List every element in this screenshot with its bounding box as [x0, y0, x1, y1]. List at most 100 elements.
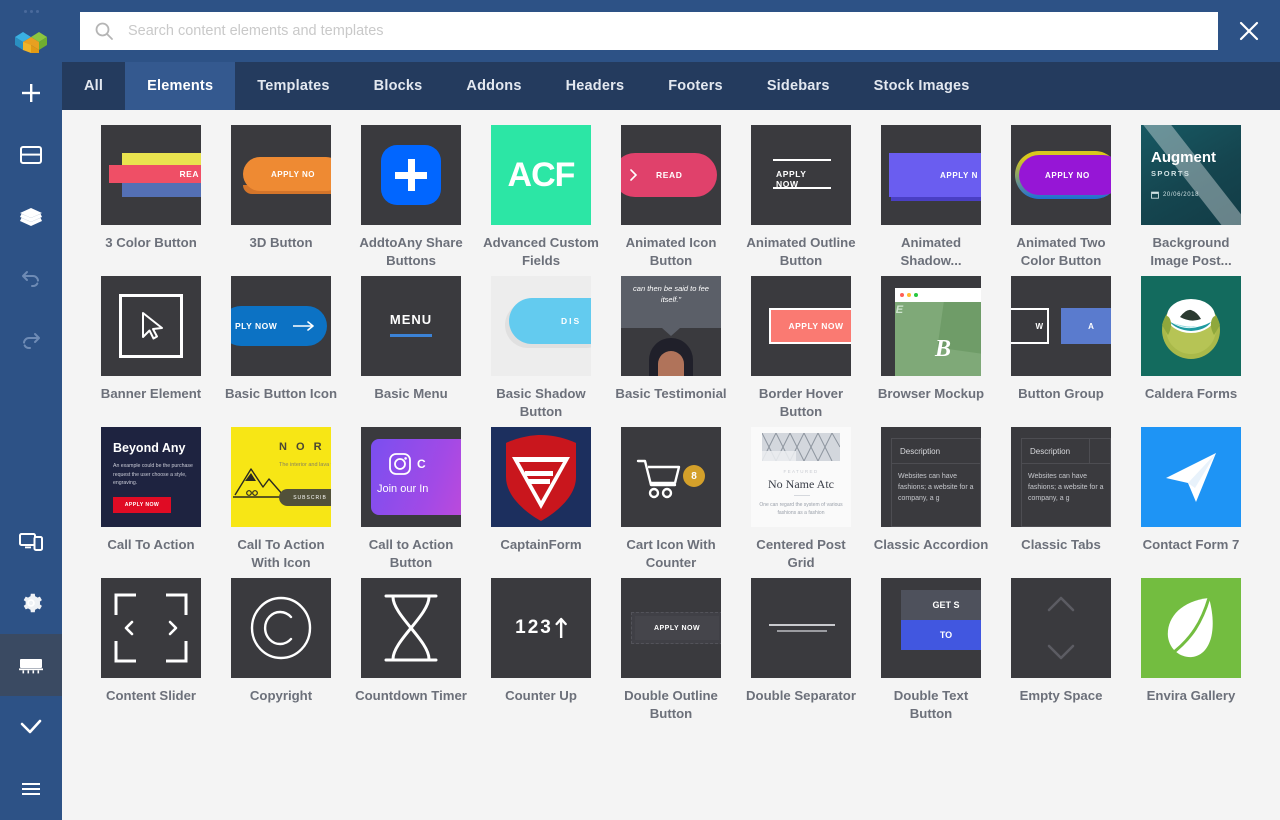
element-card[interactable]: DIS Basic Shadow Button: [476, 276, 606, 427]
element-card[interactable]: APPLY N Animated Shadow...: [866, 125, 996, 276]
sidebar-item-undo[interactable]: [0, 248, 62, 310]
element-label: Animated Two Color Button: [1016, 235, 1106, 268]
element-card[interactable]: W A Button Group: [996, 276, 1126, 427]
element-label: Animated Shadow...: [900, 235, 962, 268]
sidebar-item-layers[interactable]: [0, 186, 62, 248]
element-card[interactable]: APPLY NOW Double Outline Button: [606, 578, 736, 729]
sidebar-item-responsive[interactable]: [0, 510, 62, 572]
element-card[interactable]: GET S TO Double Text Button: [866, 578, 996, 729]
element-label: Countdown Timer: [355, 688, 467, 703]
sidebar-item-settings[interactable]: [0, 572, 62, 634]
element-label: Call to Action Button: [368, 537, 454, 570]
element-label: Basic Menu: [374, 386, 448, 401]
element-card[interactable]: REA 3 Color Button: [86, 125, 216, 276]
element-card[interactable]: Copyright: [216, 578, 346, 729]
sidebar-item-menu[interactable]: [0, 758, 62, 820]
sidebar-item-publish[interactable]: [0, 696, 62, 758]
drag-handle-dots[interactable]: [0, 0, 62, 22]
tab-blocks[interactable]: Blocks: [352, 62, 445, 110]
category-tabs: All Elements Templates Blocks Addons Headers F…: [62, 62, 1280, 110]
element-label: Classic Tabs: [1021, 537, 1101, 552]
element-label: 3D Button: [249, 235, 313, 250]
element-card[interactable]: CaptainForm: [476, 427, 606, 578]
element-card[interactable]: Contact Form 7: [1126, 427, 1256, 578]
tab-stock-images[interactable]: Stock Images: [852, 62, 992, 110]
library-panel: AllElementsTemplatesBlocksAddonsHeadersF…: [62, 0, 1280, 820]
elements-scroll-area[interactable]: REA 3 Color Button APPLY NO 3D Button AddtoA…: [62, 110, 1280, 820]
element-thumbnail-basic-shadow: DIS: [491, 276, 591, 376]
element-card[interactable]: Description Websites can have fashions; a…: [866, 427, 996, 578]
element-label: Double Text Button: [893, 688, 969, 721]
close-button[interactable]: [1218, 0, 1280, 62]
element-card[interactable]: Empty Space: [996, 578, 1126, 729]
layout-icon: [20, 146, 42, 164]
element-card[interactable]: 123 Counter Up: [476, 578, 606, 729]
element-thumbnail-animated-two: APPLY NO: [1011, 125, 1111, 225]
element-label: Double Outline Button: [624, 688, 718, 721]
element-label: Browser Mockup: [877, 386, 985, 401]
element-card[interactable]: READ Animated Icon Button: [606, 125, 736, 276]
element-card[interactable]: Content Slider: [86, 578, 216, 729]
element-thumbnail-cta-button: C Join our In: [361, 427, 461, 527]
elements-grid: REA 3 Color Button APPLY NO 3D Button AddtoA…: [62, 125, 1280, 729]
search-input[interactable]: [128, 23, 1204, 39]
element-card[interactable]: FEATURED No Name Atc One can regard the s…: [736, 427, 866, 578]
library-topbar: [62, 0, 1280, 62]
element-card[interactable]: APPLY NO 3D Button: [216, 125, 346, 276]
element-card[interactable]: N O RThe interior and lava fieldSUBSCRIB…: [216, 427, 346, 578]
tab-elements[interactable]: Elements: [125, 62, 236, 110]
sidebar-item-redo[interactable]: [0, 310, 62, 372]
page-builder-window: AllElementsTemplatesBlocksAddonsHeadersF…: [0, 0, 1280, 820]
element-card[interactable]: AddtoAny Share Buttons: [346, 125, 476, 276]
element-card[interactable]: Beyond Any An example could be the purcha…: [86, 427, 216, 578]
undo-icon: [22, 271, 39, 287]
plus-icon: [22, 84, 40, 102]
element-thumbnail-three-color: REA: [101, 125, 201, 225]
element-card[interactable]: APPLY NOW Border Hover Button: [736, 276, 866, 427]
sidebar-item-library[interactable]: [0, 634, 62, 696]
element-card[interactable]: Countdown Timer: [346, 578, 476, 729]
element-card[interactable]: APPLY NO Animated Two Color Button: [996, 125, 1126, 276]
element-card[interactable]: Banner Element: [86, 276, 216, 427]
tab-templates[interactable]: Templates: [235, 62, 351, 110]
tab-sidebars[interactable]: Sidebars: [745, 62, 852, 110]
element-thumbnail-browser-mockup: LE B: [881, 276, 981, 376]
element-label: CaptainForm: [500, 537, 582, 552]
element-label: Basic Shadow Button: [496, 386, 586, 419]
tab-all[interactable]: All: [62, 62, 125, 110]
element-thumbnail-envira: [1141, 578, 1241, 678]
element-label: Counter Up: [505, 688, 577, 703]
element-card[interactable]: MENU Basic Menu: [346, 276, 476, 427]
left-toolbar: [0, 0, 62, 820]
element-label: Button Group: [1018, 386, 1104, 401]
element-label: Basic Testimonial: [615, 386, 727, 401]
element-card[interactable]: PLY NOW Basic Button Icon: [216, 276, 346, 427]
element-label: Call To Action: [107, 537, 195, 552]
element-card[interactable]: ACF Advanced Custom Fields: [476, 125, 606, 276]
gear-icon: [23, 593, 42, 613]
element-card[interactable]: Envira Gallery: [1126, 578, 1256, 729]
element-card[interactable]: Double Separator: [736, 578, 866, 729]
element-thumbnail-acf: ACF: [491, 125, 591, 225]
element-card[interactable]: Augment SPORTS 20/06/2018 Background Image…: [1126, 125, 1256, 276]
element-card[interactable]: C Join our In Call to Action Button: [346, 427, 476, 578]
element-card[interactable]: can then be said to fee itself." Basic Tes…: [606, 276, 736, 427]
element-thumbnail-double-separator: [751, 578, 851, 678]
search-bar[interactable]: [80, 12, 1218, 50]
element-card[interactable]: 8 Cart Icon With Counter: [606, 427, 736, 578]
sidebar-item-add[interactable]: [0, 62, 62, 124]
app-logo[interactable]: [0, 22, 62, 62]
cubes-logo-icon: [15, 32, 47, 53]
library-icon: [19, 659, 43, 674]
tab-footers[interactable]: Footers: [646, 62, 745, 110]
element-card[interactable]: LE B Browser Mockup: [866, 276, 996, 427]
element-card[interactable]: Description Websites can have fashions; a…: [996, 427, 1126, 578]
tab-addons[interactable]: Addons: [444, 62, 543, 110]
tab-headers[interactable]: Headers: [544, 62, 647, 110]
element-label: Animated Outline Button: [746, 235, 856, 268]
element-label: Envira Gallery: [1146, 688, 1236, 703]
sidebar-item-layout[interactable]: [0, 124, 62, 186]
element-card[interactable]: Caldera Forms: [1126, 276, 1256, 427]
element-label: Copyright: [249, 688, 313, 703]
element-card[interactable]: APPLY NOW Animated Outline Button: [736, 125, 866, 276]
